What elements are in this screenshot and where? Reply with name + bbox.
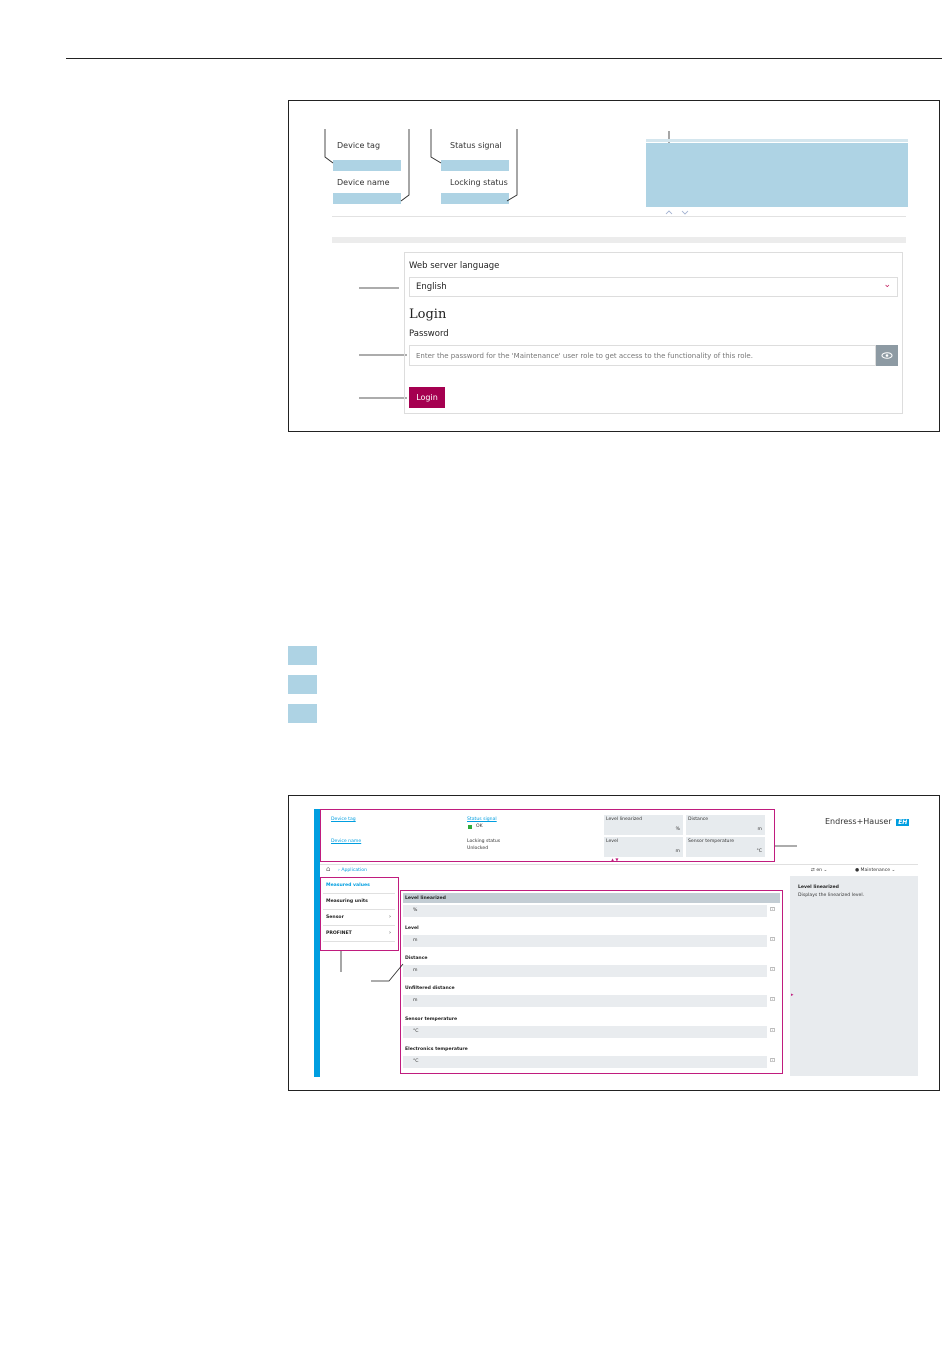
- key-swatch-1: [288, 646, 317, 665]
- key-swatch-3: [288, 704, 317, 723]
- password-label: Password: [409, 329, 449, 339]
- key-swatch-2: [288, 675, 317, 694]
- language-label: Web server language: [409, 261, 500, 271]
- chevron-down-icon: ⌄: [883, 280, 891, 290]
- login-figure: Device tag Device name Status signal Loc…: [288, 100, 940, 432]
- header-divider: [332, 216, 906, 217]
- show-password-button[interactable]: [876, 345, 898, 366]
- header-rule: [66, 58, 942, 59]
- callout-lines: [340, 845, 797, 982]
- language-value: English: [416, 282, 447, 292]
- login-button[interactable]: Login: [409, 387, 445, 408]
- header-shadow: [332, 237, 906, 243]
- webserver-figure: Device tag Device name Status signal OK …: [288, 795, 940, 1091]
- login-heading: Login: [409, 307, 447, 322]
- eye-icon: [881, 352, 893, 359]
- language-select[interactable]: English ⌄: [409, 277, 898, 297]
- password-input[interactable]: Enter the password for the 'Maintenance'…: [409, 345, 876, 366]
